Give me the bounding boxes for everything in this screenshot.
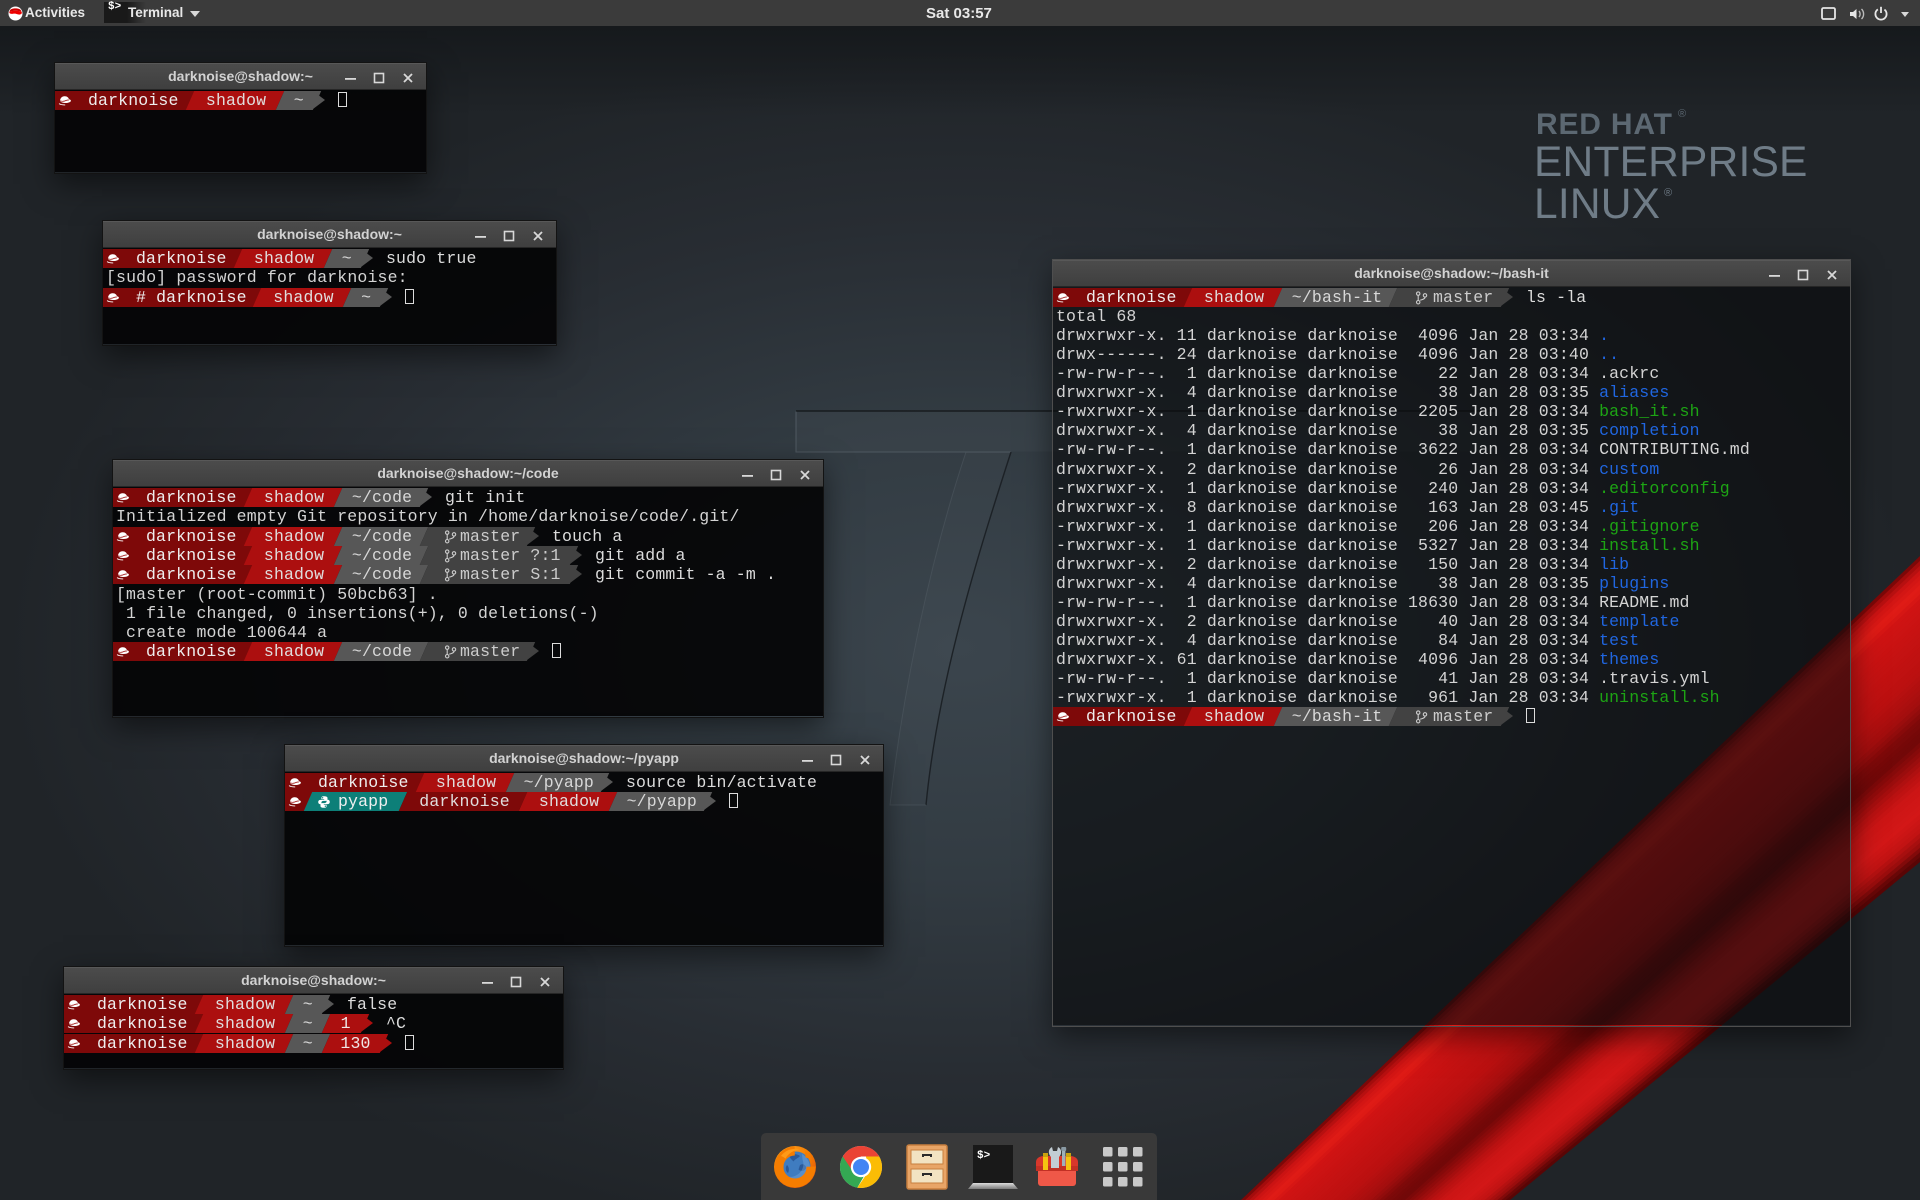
svg-text:RED HAT: RED HAT: [1536, 108, 1673, 141]
svg-text:®: ®: [1678, 108, 1686, 120]
svg-text:$>: $>: [977, 1150, 991, 1162]
svg-text:®: ®: [1664, 187, 1672, 199]
svg-text:LINUX: LINUX: [1534, 181, 1660, 228]
svg-text:ENTERPRISE: ENTERPRISE: [1534, 139, 1808, 186]
